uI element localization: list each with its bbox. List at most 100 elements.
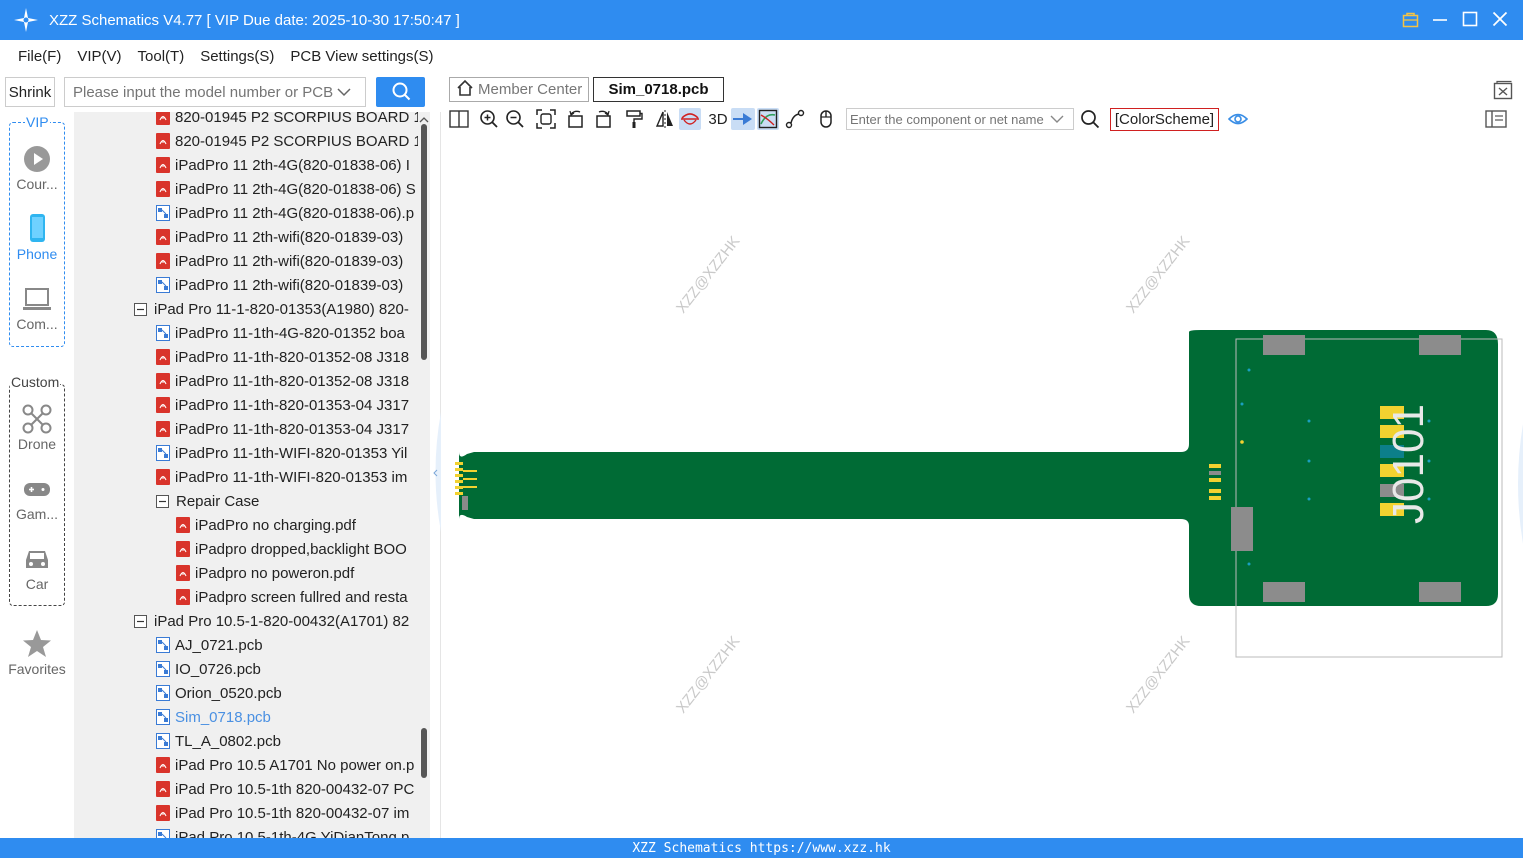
tree-folder[interactable]: iPad Pro 11-1-820-01353(A1980) 820- xyxy=(134,297,409,321)
net-search-input[interactable] xyxy=(850,111,1050,127)
tree-file-item[interactable]: iPadPro 11-1th-820-01352-08 J318 xyxy=(156,345,409,369)
tree-scroll-thumb-secondary[interactable] xyxy=(421,728,427,778)
menu-tool[interactable]: Tool(T) xyxy=(138,48,185,65)
collapse-right-icon[interactable] xyxy=(1513,424,1523,544)
tree-file-item[interactable]: iPadPro 11 2th-wifi(820-01839-03) xyxy=(156,273,403,297)
collapse-icon[interactable] xyxy=(134,614,147,628)
collapse-left-icon[interactable] xyxy=(430,412,441,532)
chevron-down-icon[interactable] xyxy=(1050,111,1064,127)
split-view-icon[interactable] xyxy=(448,108,470,130)
fit-screen-icon[interactable] xyxy=(535,108,557,130)
nav-courses[interactable]: Cour... xyxy=(0,144,74,192)
zoom-out-icon[interactable] xyxy=(504,108,526,130)
tree-file-item[interactable]: TL_A_0802.pcb xyxy=(156,729,281,753)
search-button[interactable] xyxy=(376,77,425,107)
tree-file-item[interactable]: iPadPro no charging.pdf xyxy=(176,513,356,537)
zoom-in-icon[interactable] xyxy=(478,108,500,130)
left-connector-shield xyxy=(462,496,468,510)
color-scheme-button[interactable]: [ColorScheme] xyxy=(1110,108,1219,131)
rotate-right-icon[interactable] xyxy=(592,108,614,130)
net-search-icon[interactable] xyxy=(1079,108,1101,130)
car-icon xyxy=(22,544,52,574)
panel-toggle-icon[interactable] xyxy=(1485,108,1507,130)
tree-file-item[interactable]: 820-01945 P2 SCORPIUS BOARD 10 xyxy=(156,112,418,129)
tree-file-item[interactable]: iPadpro dropped,backlight BOO xyxy=(176,537,407,561)
tree-file-item[interactable]: IO_0726.pcb xyxy=(156,657,261,681)
tree-file-item[interactable]: iPad Pro 10.5-1th 820-00432-07 PC xyxy=(156,777,414,801)
nav-phone[interactable]: Phone xyxy=(0,214,74,262)
tab-active-pcb[interactable]: Sim_0718.pcb xyxy=(593,77,724,102)
tree-file-item[interactable]: iPadpro no poweron.pdf xyxy=(176,561,354,585)
tree-file-item[interactable]: iPad Pro 10.5-1th 820-00432-07 im xyxy=(156,801,409,825)
collapse-icon[interactable] xyxy=(156,494,169,508)
tree-file-item[interactable]: Orion_0520.pcb xyxy=(156,681,282,705)
tree-file-item[interactable]: iPadPro 11-1th-WIFI-820-01353 im xyxy=(156,465,407,489)
chevron-down-icon[interactable] xyxy=(337,84,351,100)
pdf-file-icon xyxy=(176,517,190,533)
close-button[interactable] xyxy=(1491,8,1509,30)
tree-item-label: TL_A_0802.pcb xyxy=(175,732,281,750)
trace-route-icon[interactable] xyxy=(784,108,806,130)
mouse-icon[interactable] xyxy=(815,108,837,130)
menu-pcb-view-settings[interactable]: PCB View settings(S) xyxy=(290,48,433,65)
menu-file[interactable]: File(F) xyxy=(18,48,61,65)
tree-file-item[interactable]: iPadPro 11 2th-wifi(820-01839-03) xyxy=(156,225,403,249)
window-title: XZZ Schematics V4.77 [ VIP Due date: 202… xyxy=(49,11,460,29)
tree-file-item[interactable]: iPadPro 11 2th-wifi(820-01839-03) xyxy=(156,249,403,273)
nav-car[interactable]: Car xyxy=(0,544,74,592)
model-search-input[interactable] xyxy=(73,83,335,101)
tree-file-item[interactable]: iPadPro 11-1th-820-01352-08 J318 xyxy=(156,369,409,393)
maximize-button[interactable] xyxy=(1461,8,1479,30)
tree-file-item[interactable]: Sim_0718.pcb xyxy=(156,705,271,729)
panel-splitter[interactable] xyxy=(430,112,441,838)
vip-bag-icon[interactable] xyxy=(1401,8,1419,30)
pin-probe-icon[interactable] xyxy=(731,108,755,130)
tree-item-label: Repair Case xyxy=(176,492,260,510)
tree-file-item[interactable]: iPadPro 11-1th-4G-820-01352 boa xyxy=(156,321,405,345)
pdf-file-icon xyxy=(156,253,170,269)
nav-game[interactable]: Gam... xyxy=(0,474,74,522)
tree-file-item[interactable]: iPadPro 11-1th-820-01353-04 J317 xyxy=(156,393,409,417)
shrink-button[interactable]: Shrink xyxy=(5,77,55,107)
tree-file-item[interactable]: iPadPro 11-1th-WIFI-820-01353 Yil xyxy=(156,441,407,465)
tree-file-item[interactable]: 820-01945 P2 SCORPIUS BOARD 10 xyxy=(156,129,418,153)
pcb-toolbar: 3D [ColorScheme] xyxy=(441,105,1523,134)
mirror-icon[interactable] xyxy=(654,108,676,130)
rotate-left-icon[interactable] xyxy=(565,108,587,130)
net-highlight-icon[interactable] xyxy=(679,108,701,130)
pcb-file-icon xyxy=(156,325,170,341)
layer-toggle-icon[interactable] xyxy=(757,108,779,130)
tree-file-item[interactable]: iPadPro 11 2th-4G(820-01838-06).p xyxy=(156,201,414,225)
nav-favorites[interactable]: Favorites xyxy=(0,629,74,677)
nav-computer[interactable]: Com... xyxy=(0,284,74,332)
tree-file-item[interactable]: AJ_0721.pcb xyxy=(156,633,263,657)
minimize-button[interactable] xyxy=(1431,8,1449,30)
tree-folder[interactable]: Repair Case xyxy=(156,489,259,513)
close-all-tabs-icon[interactable] xyxy=(1493,80,1513,103)
tree-file-item[interactable]: iPad Pro 10.5-1th-4G YiDianTong.p xyxy=(156,825,409,838)
tree-file-item[interactable]: iPadpro screen fullred and resta xyxy=(176,585,408,609)
net-search-box[interactable] xyxy=(846,108,1074,130)
pdf-file-icon xyxy=(156,397,170,413)
tree-file-item[interactable]: iPad Pro 10.5 A1701 No power on.p xyxy=(156,753,414,777)
tree-file-item[interactable]: iPadPro 11 2th-4G(820-01838-06) S xyxy=(156,177,416,201)
menu-settings[interactable]: Settings(S) xyxy=(200,48,274,65)
tree-item-label: 820-01945 P2 SCORPIUS BOARD 10 xyxy=(175,112,418,126)
tree-folder[interactable]: iPad Pro 10.5-1-820-00432(A1701) 82 xyxy=(134,609,409,633)
tree-item-label: iPadpro dropped,backlight BOO xyxy=(195,540,407,558)
pcb-canvas[interactable]: XZZ@XZZHK XZZ@XZZHK XZZ@XZZHK XZZ@XZZHK xyxy=(441,134,1523,838)
paint-roller-icon[interactable] xyxy=(623,108,645,130)
view-3d-button[interactable]: 3D xyxy=(705,108,731,130)
pcb-file-icon xyxy=(156,685,170,701)
menu-vip[interactable]: VIP(V) xyxy=(77,48,121,65)
collapse-icon[interactable] xyxy=(134,302,147,316)
eye-icon[interactable] xyxy=(1227,108,1249,130)
tree-file-item[interactable]: iPadPro 11 2th-4G(820-01838-06) I xyxy=(156,153,410,177)
tree-file-item[interactable]: iPadPro 11-1th-820-01353-04 J317 xyxy=(156,417,409,441)
model-search-box[interactable] xyxy=(64,77,366,107)
nav-drone[interactable]: Drone xyxy=(0,404,74,452)
vip-group-label: VIP xyxy=(25,114,50,130)
tab-member-center[interactable]: Member Center xyxy=(449,77,590,102)
tree-item-label: iPadPro 11-1th-WIFI-820-01353 Yil xyxy=(175,444,408,462)
tree-scroll-thumb[interactable] xyxy=(421,124,427,360)
